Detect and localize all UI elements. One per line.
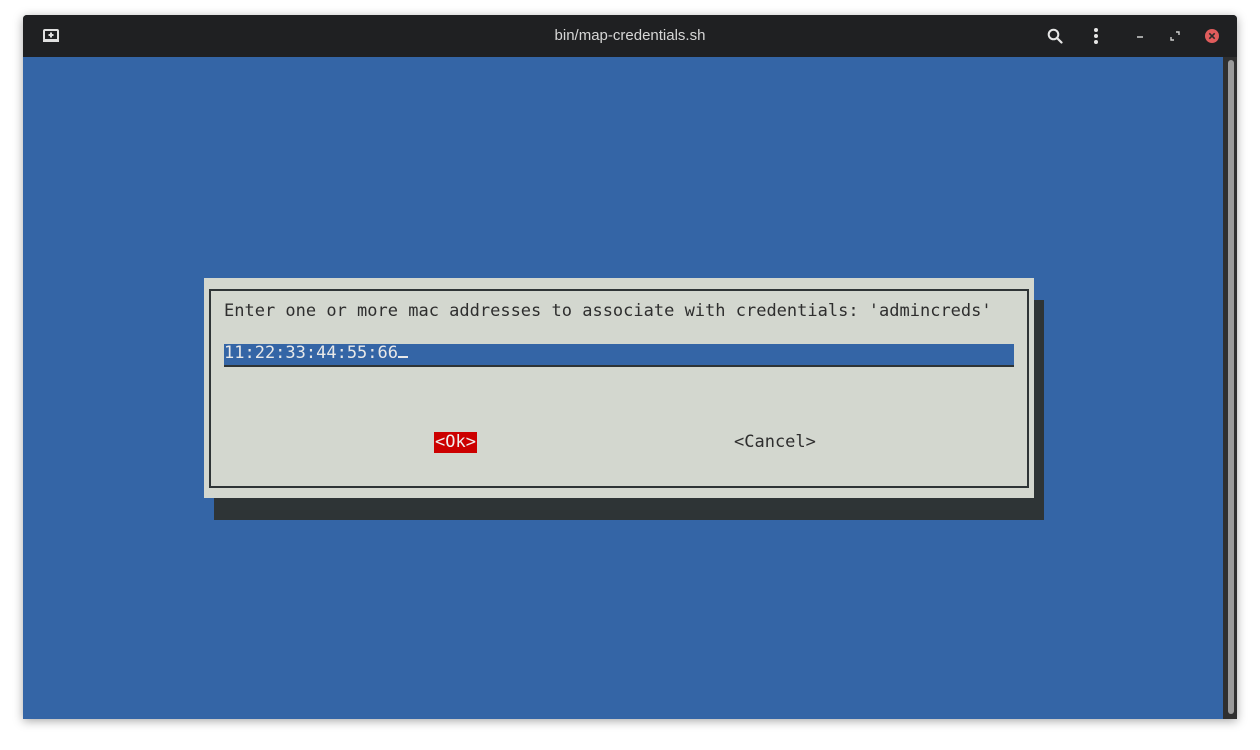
- new-tab-button[interactable]: [39, 24, 63, 48]
- input-dialog: Enter one or more mac addresses to assoc…: [204, 278, 1034, 498]
- minimize-icon: [1137, 36, 1143, 38]
- restore-icon: [1170, 31, 1180, 41]
- menu-dots-icon: [1094, 28, 1098, 44]
- search-icon: [1047, 28, 1063, 44]
- dialog-prompt: Enter one or more mac addresses to assoc…: [224, 301, 992, 321]
- close-button[interactable]: [1200, 24, 1224, 48]
- menu-button[interactable]: [1084, 24, 1108, 48]
- terminal-window: bin/map-credentials.sh Enter one or more…: [23, 15, 1237, 719]
- titlebar: bin/map-credentials.sh: [23, 15, 1237, 57]
- scrollbar-thumb[interactable]: [1228, 60, 1234, 714]
- terminal-area[interactable]: Enter one or more mac addresses to assoc…: [23, 57, 1237, 719]
- cancel-button[interactable]: <Cancel>: [734, 432, 816, 453]
- mac-address-value: 11:22:33:44:55:66: [224, 342, 408, 364]
- restore-button[interactable]: [1163, 24, 1187, 48]
- scrollbar[interactable]: [1223, 57, 1237, 719]
- text-cursor: [398, 342, 408, 358]
- search-button[interactable]: [1043, 24, 1067, 48]
- mac-address-input[interactable]: 11:22:33:44:55:66: [224, 342, 1014, 365]
- new-tab-icon: [43, 29, 59, 42]
- ok-button[interactable]: <Ok>: [434, 432, 477, 453]
- close-icon: [1205, 29, 1219, 43]
- minimize-button[interactable]: [1128, 24, 1152, 48]
